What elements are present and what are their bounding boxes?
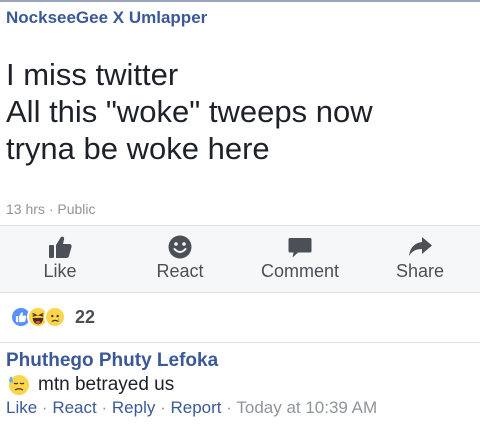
react-button[interactable]: React [120,226,240,292]
share-button[interactable]: Share [360,226,480,292]
comment-timestamp[interactable]: Today at 10:39 AM [236,398,377,417]
post-text: I miss twitter All this "woke" tweeps no… [6,56,474,167]
reactions-summary[interactable]: 22 [10,303,95,331]
comment-react-link[interactable]: React [52,398,96,417]
share-button-label: Share [395,261,445,281]
comment-reply-link[interactable]: Reply [112,398,155,417]
speech-bubble-icon [287,234,313,260]
smiley-icon [167,234,193,260]
action-bar: Like React Comment Share [0,226,480,292]
share-arrow-icon [407,234,433,260]
link-separator: · [101,398,108,417]
sad-reaction-icon [44,306,66,328]
privacy-label: Public [57,201,96,217]
meta-separator: · [48,201,54,217]
comment-like-link[interactable]: Like [6,398,37,417]
comment-button-label: Comment [260,261,340,281]
comment-report-link[interactable]: Report [171,398,222,417]
post-text-line: I miss twitter [6,57,179,92]
link-separator: · [226,398,232,417]
divider [0,292,480,293]
divider [0,342,480,343]
post-header: NockseeGee X Umlapper [0,0,480,30]
link-separator: · [41,398,48,417]
comment-item: Phuthego Phuty Lefoka mtn betrayed us Li… [6,350,474,418]
link-separator: · [160,398,166,417]
like-button-label: Like [43,261,77,281]
react-button-label: React [156,261,204,281]
comment-button[interactable]: Comment [240,226,360,292]
like-button[interactable]: Like [0,226,120,292]
post-text-line: All this "woke" tweeps now [6,94,373,129]
sweat-face-icon [9,375,29,395]
thumbs-up-icon [47,234,73,260]
post-timestamp[interactable]: 13 hrs [6,201,45,217]
comment-body: mtn betrayed us [6,374,474,396]
reaction-count: 22 [75,306,96,327]
commenter-name[interactable]: Phuthego Phuty Lefoka [6,350,474,372]
post-author-name[interactable]: NockseeGee X Umlapper [6,8,207,28]
post-meta: 13 hrs · Public [6,201,96,217]
comment-text: mtn betrayed us [38,374,175,395]
comment-actions: Like · React · Reply · Report · Today at… [6,398,474,418]
post-text-line: tryna be woke here [6,131,270,166]
